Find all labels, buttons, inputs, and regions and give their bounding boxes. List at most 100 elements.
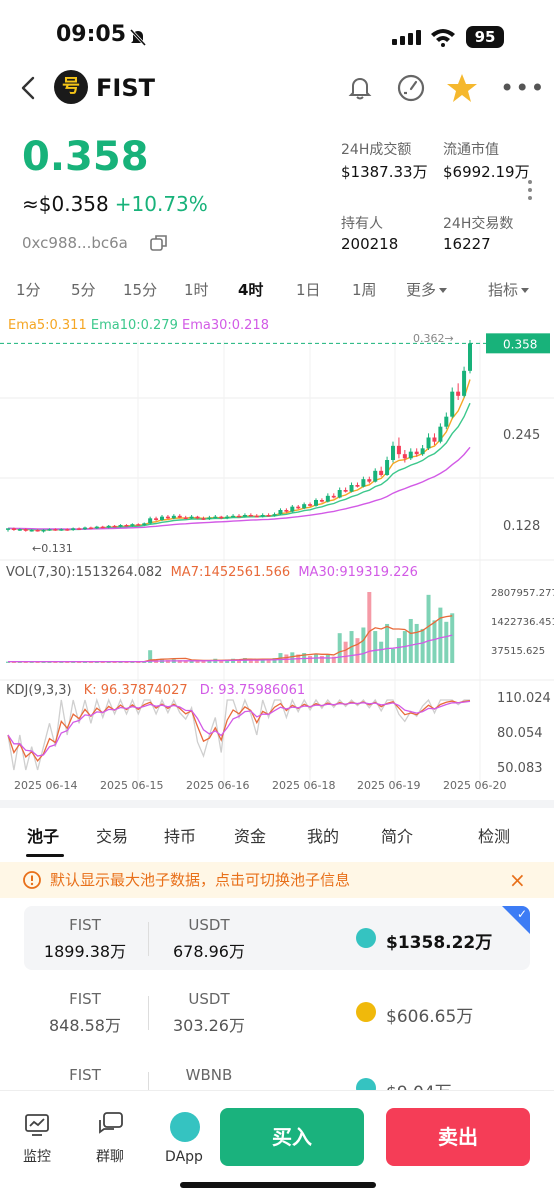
pool-token2-amount: 678.96万 <box>173 942 245 961</box>
pool-divider <box>148 922 149 956</box>
pool-row[interactable]: FIST 848.58万 USDT 303.26万 $606.65万 <box>24 980 530 1044</box>
kdj-k-line <box>7 700 471 762</box>
nav-dapp[interactable]: DApp <box>154 1149 214 1165</box>
kdj-title: KDJ(9,3,3) <box>6 683 72 698</box>
candle-body <box>343 490 348 492</box>
volume-bar <box>450 613 455 663</box>
candle-body <box>100 526 105 529</box>
candle-body <box>83 527 87 530</box>
more-menu-icon[interactable]: ••• <box>500 74 545 102</box>
tf-5m[interactable]: 5分 <box>71 279 96 300</box>
pool-token1-name: FIST <box>69 1066 101 1084</box>
tf-1w[interactable]: 1周 <box>352 279 377 300</box>
candle-body <box>237 515 241 518</box>
section-divider <box>0 800 554 808</box>
tab-check[interactable]: 检测 <box>478 823 510 847</box>
volume-bar <box>438 607 443 663</box>
candle-body <box>450 391 455 417</box>
candle-body <box>47 529 52 531</box>
pool-divider <box>148 996 149 1030</box>
candle-body <box>17 529 22 531</box>
volume-bar <box>290 652 295 663</box>
vol-tick-label: 37515.625 <box>491 646 545 657</box>
dapp-icon[interactable] <box>170 1112 200 1142</box>
candle-body <box>355 485 360 487</box>
stat-label-holders: 持有人 <box>341 216 383 232</box>
chat-icon[interactable] <box>98 1112 124 1136</box>
stat-value-tx: 16227 <box>443 235 491 253</box>
candle-body <box>361 479 366 487</box>
x-axis-label: 2025 06-15 <box>100 779 163 792</box>
pool-liquidity: $606.65万 <box>386 1007 474 1027</box>
price-chart[interactable]: 0.358 0.362→ ←0.131 0.245 0.128 2807957.277 14… <box>0 310 554 800</box>
volume-bar <box>325 654 330 663</box>
pool-row[interactable]: FIST WBNB $9.04万 <box>24 1056 530 1090</box>
bell-icon[interactable] <box>346 74 374 102</box>
more-stats-icon[interactable] <box>528 180 532 204</box>
tab-trades[interactable]: 交易 <box>96 823 128 847</box>
tf-1h[interactable]: 1时 <box>184 279 209 300</box>
copy-icon[interactable] <box>150 234 168 252</box>
candle-body <box>35 530 40 532</box>
candle-body <box>438 426 443 442</box>
tab-holders[interactable]: 持币 <box>164 823 196 847</box>
candle-body <box>278 510 283 515</box>
candle-body <box>468 343 472 371</box>
signal-icon <box>392 30 421 45</box>
pool-liquidity: $9.04万 <box>386 1078 452 1090</box>
back-arrow-icon[interactable] <box>16 74 40 102</box>
sell-button[interactable]: 卖出 <box>386 1108 530 1166</box>
tab-funds[interactable]: 资金 <box>234 823 266 847</box>
contract-address: 0xc988...bc6a <box>22 234 128 252</box>
vol-tick-label: 2807957.277 <box>491 588 554 599</box>
star-favorite-icon[interactable] <box>446 72 478 104</box>
tf-1d[interactable]: 1日 <box>296 279 321 300</box>
volume-bar <box>420 628 425 663</box>
pool-liquidity: $1358.22万 <box>386 933 493 953</box>
pool-row[interactable]: ✓ FIST 1899.38万 USDT 678.96万 $1358.22万 <box>24 906 530 970</box>
usd-price-line: ≈$0.358 +10.73% <box>22 192 208 216</box>
nav-group-chat[interactable]: 群聊 <box>80 1146 140 1166</box>
pool-token2-name: USDT <box>188 916 230 934</box>
vol-tick-label: 1422736.451 <box>491 617 554 628</box>
candle-body <box>41 530 46 532</box>
candle-body <box>165 516 170 519</box>
candle-body <box>266 515 271 517</box>
gauge-icon[interactable] <box>396 73 426 103</box>
candle-body <box>118 525 123 527</box>
current-price: 0.358 <box>22 134 149 180</box>
ema30-value: Ema30:0.218 <box>181 318 269 333</box>
candle-body <box>29 530 34 532</box>
candle-body <box>314 500 318 506</box>
tf-15m[interactable]: 15分 <box>123 279 157 300</box>
tf-1m[interactable]: 1分 <box>16 279 41 300</box>
stat-label-mcap: 流通市值 <box>443 142 499 158</box>
ema10-line <box>7 402 471 531</box>
tab-pools[interactable]: 池子 <box>27 823 59 847</box>
nav-monitor[interactable]: 监控 <box>7 1146 67 1166</box>
candle-body <box>296 506 301 509</box>
indicator-menu[interactable]: 指标 <box>488 279 529 300</box>
kdj-tick-label: 110.024 <box>497 691 551 706</box>
candle-body <box>337 490 342 498</box>
pancakeswap-icon <box>356 928 376 948</box>
monitor-icon[interactable] <box>25 1114 49 1136</box>
candle-body <box>183 517 188 519</box>
candle-body <box>325 495 330 502</box>
candle-body <box>112 525 117 528</box>
tab-mine[interactable]: 我的 <box>307 823 339 847</box>
candle-body <box>71 528 76 530</box>
battery-indicator: 95 <box>466 26 504 48</box>
tab-intro[interactable]: 简介 <box>381 823 413 847</box>
candle-body <box>408 451 413 459</box>
indicator-label: 指标 <box>488 281 519 299</box>
candle-body <box>456 391 461 396</box>
candle-body <box>426 437 431 449</box>
status-time: 09:05 <box>56 22 127 47</box>
price-tick-label: 0.245 <box>503 428 540 443</box>
tf-more[interactable]: 更多 <box>406 279 447 300</box>
notice-text: 默认显示最大池子数据，点击可切换池子信息 <box>50 871 351 889</box>
close-icon[interactable]: × <box>509 868 526 892</box>
buy-button[interactable]: 买入 <box>220 1108 364 1166</box>
tf-4h[interactable]: 4时 <box>238 279 263 300</box>
